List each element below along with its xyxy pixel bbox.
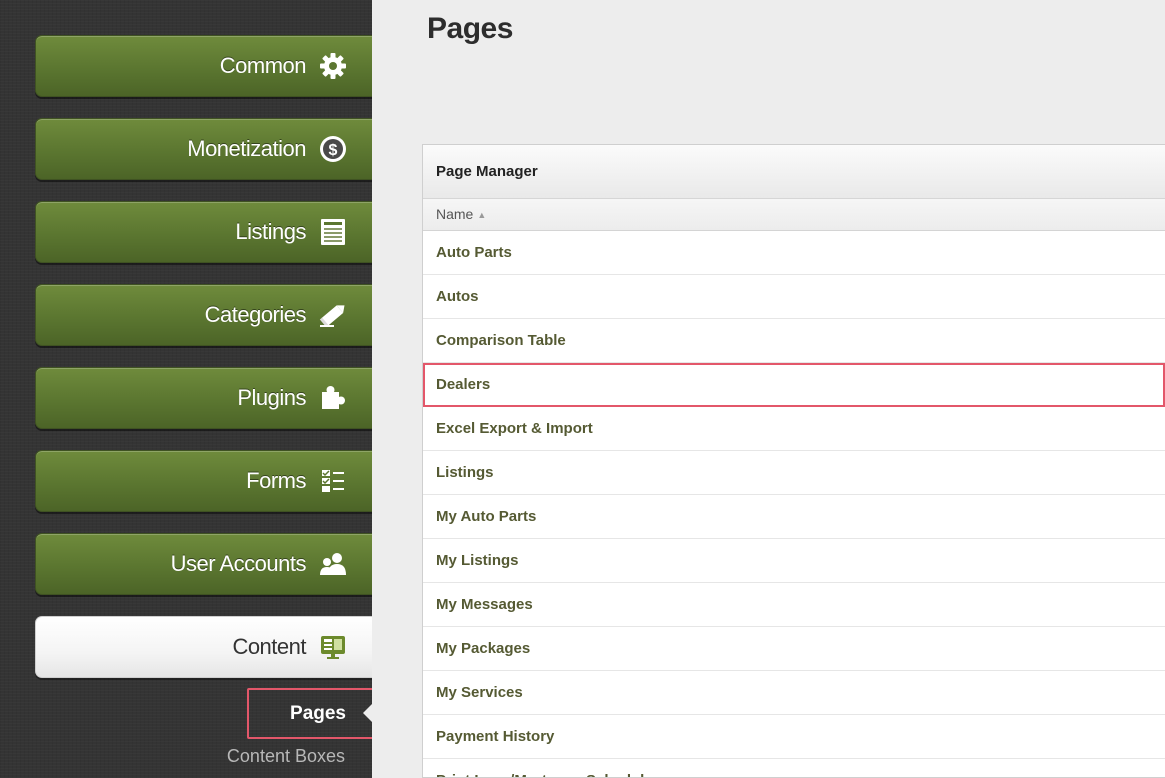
table-row[interactable]: Print Loan/Mortgage Schedule	[423, 759, 1165, 777]
table-row[interactable]: My Auto Parts	[423, 495, 1165, 539]
sidebar-item-label: User Accounts	[170, 551, 307, 576]
sidebar-item-monetization[interactable]: Monetization $	[35, 118, 372, 180]
table-row[interactable]: Auto Parts	[423, 231, 1165, 275]
checklist-icon	[318, 466, 348, 496]
sidebar-item-categories[interactable]: Categories	[35, 284, 372, 346]
monitor-icon	[318, 632, 348, 662]
table-row[interactable]: Excel Export & Import	[423, 407, 1165, 451]
sidebar-item-label: Plugins	[237, 385, 306, 410]
table-row[interactable]: Listings	[423, 451, 1165, 495]
sidebar-item-label: Forms	[246, 468, 306, 493]
sidebar-item-content[interactable]: Content	[35, 616, 372, 678]
table-row[interactable]: My Services	[423, 671, 1165, 715]
sidebar: Common Monetization $ Listings Categorie…	[0, 0, 372, 778]
sidebar-subitem-content-boxes[interactable]: Content Boxes	[160, 746, 345, 767]
table-row[interactable]: Autos	[423, 275, 1165, 319]
gear-icon	[318, 51, 348, 81]
sidebar-item-forms[interactable]: Forms	[35, 450, 372, 512]
sort-ascending-icon: ▲	[477, 209, 487, 220]
sidebar-item-label: Common	[219, 53, 307, 78]
sidebar-nav: Common Monetization $ Listings Categorie…	[0, 0, 372, 778]
sidebar-item-label: Content	[232, 634, 306, 659]
sidebar-item-label: Monetization	[187, 136, 306, 161]
table-row[interactable]: My Listings	[423, 539, 1165, 583]
puzzle-icon	[318, 383, 348, 413]
table-row[interactable]: My Packages	[423, 627, 1165, 671]
column-header-label: Name	[436, 206, 474, 222]
users-icon	[318, 549, 348, 579]
page-manager-panel: Page Manager Name ▲ Auto Parts Autos Comp…	[422, 144, 1165, 778]
panel-title: Page Manager	[423, 145, 1165, 199]
sidebar-item-common[interactable]: Common	[35, 35, 372, 97]
table-row[interactable]: My Messages	[423, 583, 1165, 627]
table-row[interactable]: Comparison Table	[423, 319, 1165, 363]
page-title: Pages	[427, 12, 513, 45]
table-row-highlighted[interactable]: Dealers	[423, 363, 1165, 407]
sidebar-item-label: Listings	[235, 219, 306, 244]
table-row[interactable]: Payment History	[423, 715, 1165, 759]
page-list: Auto Parts Autos Comparison Table Dealer…	[423, 231, 1165, 777]
column-header-name[interactable]: Name ▲	[423, 199, 1165, 231]
sidebar-item-label: Categories	[204, 302, 307, 327]
sidebar-item-listings[interactable]: Listings	[35, 201, 372, 263]
dollar-coin-icon: $	[318, 134, 348, 164]
sidebar-item-plugins[interactable]: Plugins	[35, 367, 372, 429]
sidebar-item-user-accounts[interactable]: User Accounts	[35, 533, 372, 595]
highlight-box	[247, 688, 372, 739]
listings-icon	[318, 217, 348, 247]
svg-text:$: $	[329, 142, 338, 159]
pencil-icon	[318, 300, 348, 330]
